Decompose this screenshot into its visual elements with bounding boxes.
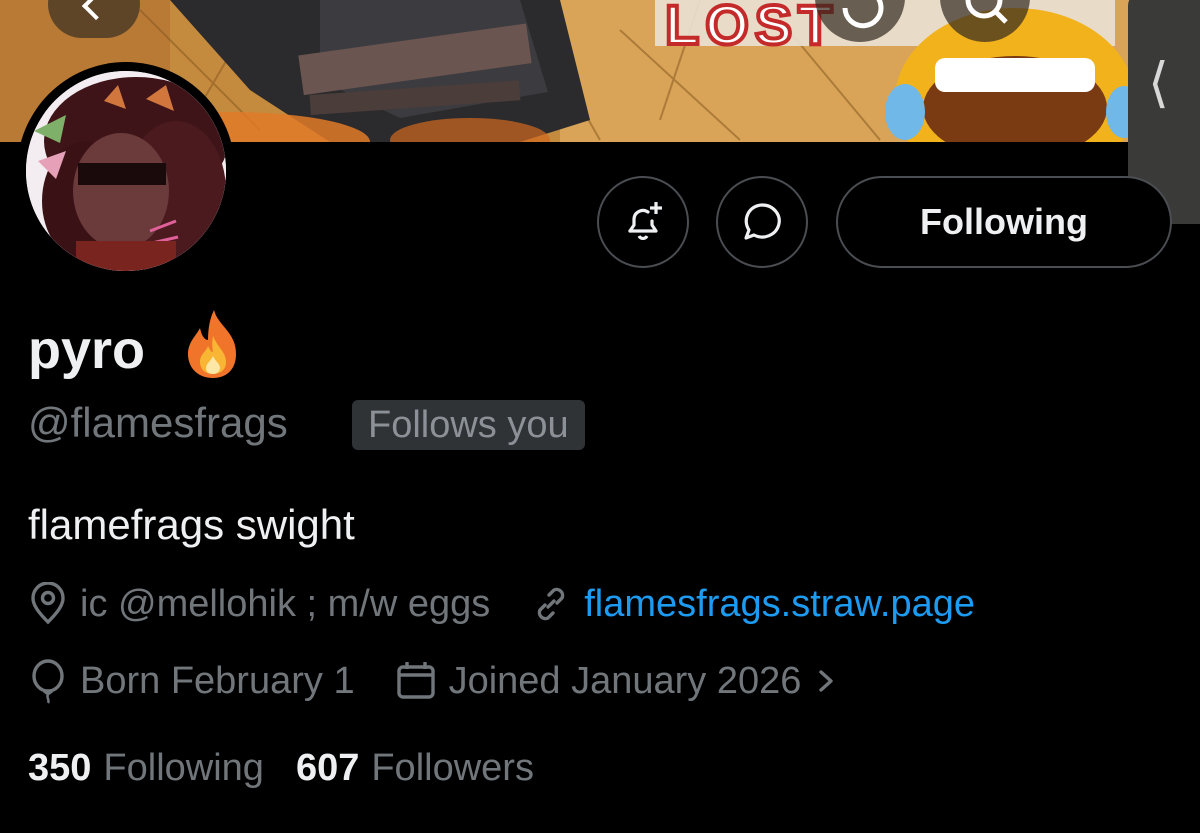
birthday-item: Born February 1 — [28, 658, 355, 704]
profile-page: LOST ⟨ Following pyro @flamesfrags Follo… — [0, 0, 1200, 833]
birthday-text: Born February 1 — [80, 659, 355, 702]
followers-stat[interactable]: 607 Followers — [296, 747, 534, 790]
fire-emoji-icon — [188, 310, 236, 378]
location-text: ic @mellohik ; m/w eggs — [80, 582, 491, 625]
following-stat[interactable]: 350 Following — [28, 747, 264, 790]
banner-sign-text: LOST — [665, 0, 838, 56]
calendar-icon — [396, 662, 435, 699]
following-button[interactable]: Following — [836, 176, 1172, 268]
following-label: Following — [103, 746, 264, 789]
joined-item[interactable]: Joined January 2026 — [395, 660, 844, 703]
location-item: ic @mellohik ; m/w eggs — [28, 582, 490, 626]
refresh-icon — [842, 0, 884, 29]
handle: @flamesfrags — [28, 399, 288, 446]
balloon-icon — [32, 659, 64, 704]
followers-count: 607 — [295, 746, 360, 789]
joined-text: Joined January 2026 — [448, 659, 802, 702]
search-icon — [965, 0, 1008, 24]
avatar[interactable] — [17, 62, 235, 280]
chat-bubble-icon — [744, 203, 781, 240]
chevron-left-icon: ⟨ — [1148, 51, 1170, 114]
avatar-image — [26, 71, 226, 271]
bio: flamefrags swight — [28, 501, 355, 548]
search-button[interactable] — [940, 0, 1030, 42]
location-pin-icon — [31, 582, 65, 625]
chevron-right-icon — [819, 670, 834, 692]
follow-stats: 350 Following 607 Followers — [28, 740, 534, 796]
bell-plus-icon — [628, 202, 662, 241]
following-count: 350 — [28, 746, 92, 789]
notifications-button[interactable] — [597, 176, 689, 268]
website-link[interactable]: flamesfrags.straw.page — [584, 583, 975, 626]
follows-you-badge: Follows you — [352, 400, 585, 450]
display-name: pyro — [28, 320, 146, 380]
profile-meta-row: Born February 1 Joined January 2026 — [28, 653, 843, 709]
website-item[interactable]: flamesfrags.straw.page — [530, 583, 975, 626]
refresh-button[interactable] — [815, 0, 905, 42]
profile-meta-row: ic @mellohik ; m/w eggs flamesfrags.stra… — [28, 576, 975, 632]
link-icon — [538, 587, 565, 621]
message-button[interactable] — [716, 176, 808, 268]
followers-label: Followers — [371, 746, 534, 789]
